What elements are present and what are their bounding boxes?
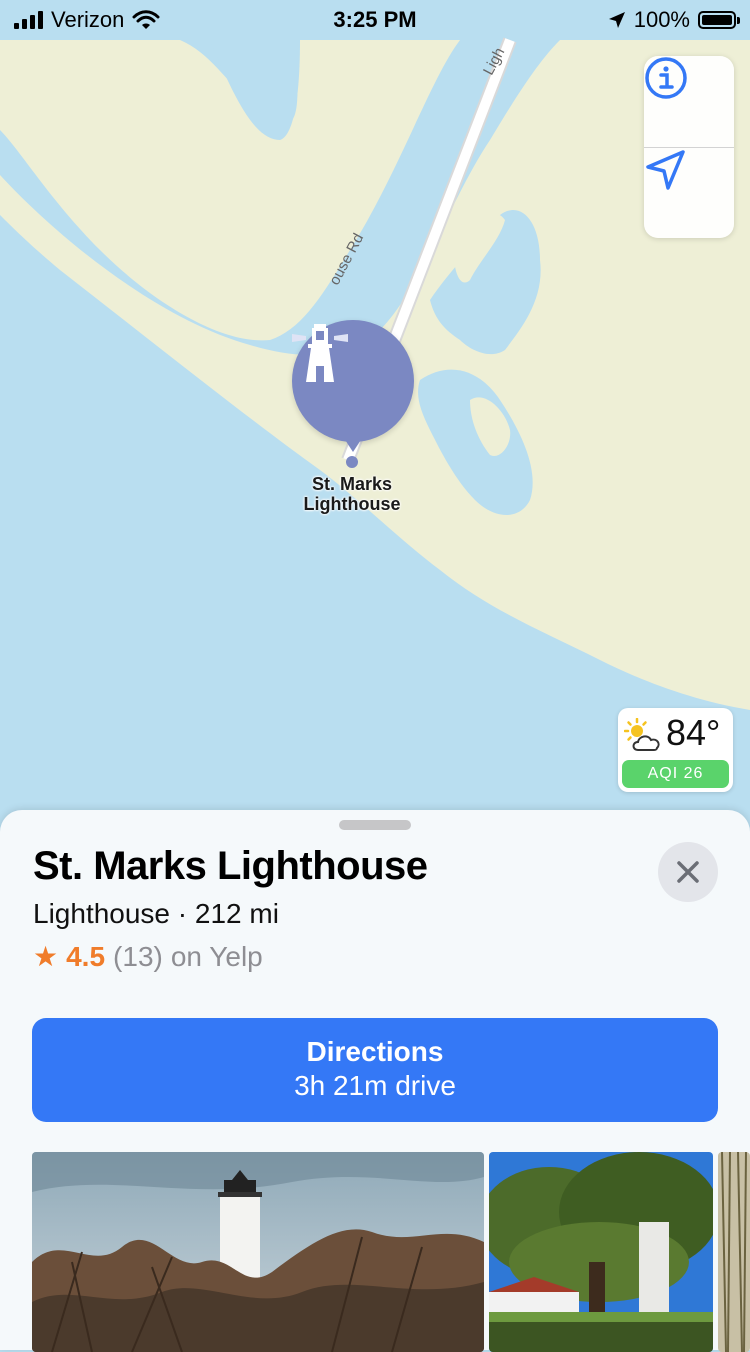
place-card: St. Marks Lighthouse Lighthouse · 212 mi…	[0, 810, 750, 1352]
star-icon: ★	[33, 941, 59, 972]
photo-lighthouse[interactable]	[32, 1152, 484, 1352]
photo-strip[interactable]	[32, 1152, 750, 1352]
info-icon	[645, 57, 687, 99]
battery-percent: 100%	[633, 7, 690, 32]
pin-label-line1: St. Marks	[311, 474, 393, 494]
rating-count: (13)	[113, 940, 163, 972]
directions-label: Directions	[306, 1036, 444, 1067]
battery-icon	[698, 11, 740, 29]
place-title: St. Marks Lighthouse	[33, 844, 428, 888]
close-icon	[677, 861, 699, 883]
weather-temperature: 84°	[666, 712, 721, 753]
lighthouse-pin[interactable]	[292, 320, 414, 442]
track-location-button[interactable]	[644, 148, 734, 238]
close-button[interactable]	[658, 842, 718, 902]
map-view[interactable]: ouse Rd Ligh St. Marks Lighthouse 84° AQ…	[0, 0, 750, 830]
trees-photo	[489, 1152, 713, 1352]
lighthouse-photo	[32, 1152, 484, 1352]
rating-source: on Yelp	[170, 940, 263, 972]
grass-photo	[718, 1152, 750, 1352]
weather-badge[interactable]: 84° AQI 26	[618, 708, 733, 792]
lighthouse-icon	[292, 324, 348, 382]
photo-trees[interactable]	[489, 1152, 713, 1352]
sheet-grabber[interactable]	[339, 820, 411, 830]
aqi-badge: AQI 26	[622, 760, 729, 788]
place-subtitle: Lighthouse · 212 mi	[33, 898, 279, 929]
location-arrow-icon	[646, 150, 685, 190]
pin-tail	[340, 432, 366, 452]
pin-label[interactable]: St. Marks Lighthouse	[252, 474, 452, 514]
directions-button[interactable]: Directions 3h 21m drive	[32, 1018, 718, 1122]
rating-score: 4.5	[66, 940, 106, 972]
map-info-button[interactable]	[644, 56, 734, 146]
photo-grass[interactable]	[718, 1152, 750, 1352]
location-services-icon	[608, 12, 625, 28]
rating-row[interactable]: ★ 4.5 (13) on Yelp	[33, 940, 263, 973]
directions-time: 3h 21m drive	[294, 1070, 456, 1101]
pin-dot	[346, 456, 358, 468]
pin-label-line2: Lighthouse	[303, 494, 401, 514]
map-controls	[644, 56, 734, 238]
status-bar: Verizon 3:25 PM 100%	[0, 0, 750, 40]
partly-sunny-icon	[624, 718, 660, 751]
